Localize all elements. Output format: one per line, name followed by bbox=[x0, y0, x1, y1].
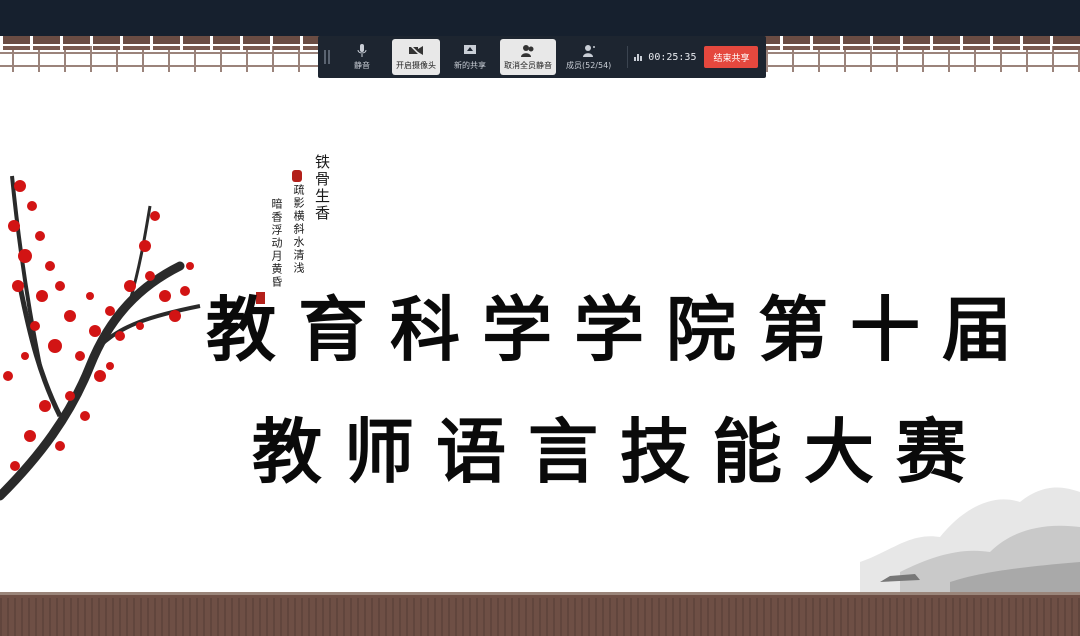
members-button[interactable]: 成员(52/54) bbox=[562, 39, 615, 75]
mute-button[interactable]: 静音 bbox=[338, 39, 386, 75]
members-icon bbox=[582, 44, 595, 57]
camera-button[interactable]: 开启摄像头 bbox=[392, 39, 440, 75]
camera-off-icon bbox=[409, 43, 423, 57]
poem-column-verse-1: 疏影横斜水清浅 bbox=[292, 184, 305, 275]
meeting-toolbar: 静音 开启摄像头 新的共享 取消全员静音 成员(52/54) 00:25:35 … bbox=[318, 36, 766, 78]
red-seal-top bbox=[292, 170, 302, 182]
drag-handle-icon[interactable] bbox=[324, 50, 330, 64]
signal-bars-icon bbox=[634, 53, 643, 61]
mute-label: 静音 bbox=[354, 60, 370, 70]
unmute-all-label: 取消全员静音 bbox=[504, 60, 552, 70]
new-share-label: 新的共享 bbox=[454, 60, 486, 70]
end-share-button[interactable]: 结束共享 bbox=[704, 46, 759, 68]
group-mic-icon bbox=[521, 44, 534, 57]
slide-title-line-1: 教育科学学院第十届 bbox=[206, 288, 1034, 371]
ink-mountain-illustration bbox=[860, 487, 1080, 592]
meeting-timer: 00:25:35 bbox=[634, 52, 696, 63]
members-label: 成员(52/54) bbox=[566, 60, 612, 70]
wood-border-bottom bbox=[0, 592, 1080, 636]
timer-value: 00:25:35 bbox=[648, 51, 697, 63]
camera-label: 开启摄像头 bbox=[396, 60, 436, 70]
screen-share-icon bbox=[464, 44, 476, 54]
top-strip bbox=[0, 0, 1080, 36]
new-share-button[interactable]: 新的共享 bbox=[446, 39, 494, 75]
poem-column-title: 铁骨生香 bbox=[313, 154, 331, 222]
toolbar-divider bbox=[627, 46, 629, 68]
unmute-all-button[interactable]: 取消全员静音 bbox=[500, 39, 556, 75]
presentation-slide: 铁骨生香 疏影横斜水清浅 暗香浮动月黄昏 教育科学学院第十届 教师语言技能大赛 bbox=[0, 36, 1080, 636]
microphone-icon bbox=[357, 43, 367, 57]
